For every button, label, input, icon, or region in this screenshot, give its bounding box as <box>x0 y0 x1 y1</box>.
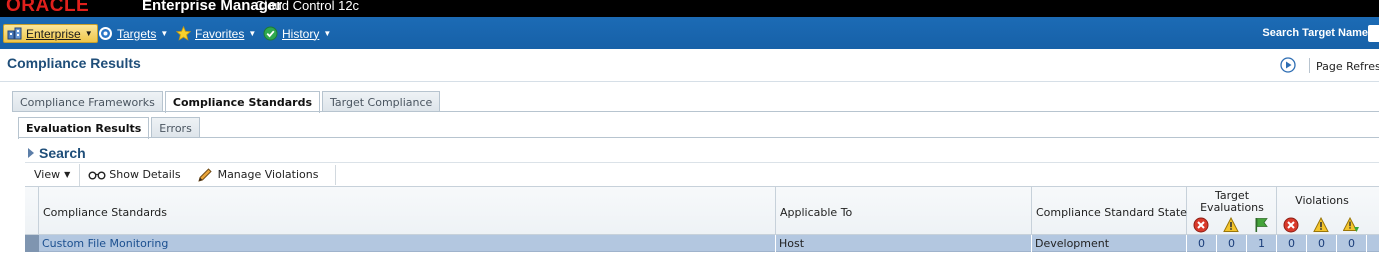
compliant-flag-icon[interactable] <box>1253 217 1269 233</box>
eval-warning-count[interactable]: 0 <box>1217 235 1247 252</box>
row-select-header <box>25 187 39 235</box>
manage-violations-button[interactable]: Manage Violations <box>189 164 327 186</box>
show-details-button[interactable]: Show Details <box>80 164 188 186</box>
chevron-down-icon: ▼ <box>248 29 257 38</box>
search-section-toggle[interactable]: Search <box>28 145 86 161</box>
view-label: View <box>34 168 61 181</box>
warning-icon[interactable] <box>1223 216 1239 233</box>
menu-history-label: History <box>282 26 320 41</box>
header-divider <box>1309 58 1310 73</box>
row-selector[interactable] <box>25 235 39 252</box>
pencil-icon <box>197 167 215 182</box>
violation-minor-count[interactable]: 0 <box>1337 235 1367 252</box>
view-menu-button[interactable]: View ▼ <box>25 163 81 186</box>
tab-bar: Compliance Frameworks Compliance Standar… <box>12 91 442 113</box>
menu-history[interactable]: History ▼ <box>263 24 331 43</box>
table-row[interactable]: Custom File Monitoring Host Development … <box>25 235 1379 252</box>
disclosure-triangle-icon <box>28 148 34 158</box>
critical-icon[interactable] <box>1193 217 1209 233</box>
page-header: Compliance Results Page Refresh <box>0 49 1379 82</box>
search-section-title: Search <box>39 145 86 161</box>
chevron-down-icon: ▼ <box>323 29 332 38</box>
oracle-logo: ORACLE <box>6 0 90 16</box>
menu-enterprise[interactable]: Enterprise ▼ <box>3 24 98 43</box>
page-refresh-label[interactable]: Page Refresh <box>1316 60 1379 73</box>
tab-errors[interactable]: Errors <box>151 117 200 138</box>
eval-critical-count[interactable]: 0 <box>1187 235 1217 252</box>
violation-critical-count[interactable]: 0 <box>1277 235 1307 252</box>
menu-favorites[interactable]: Favorites ▼ <box>176 24 256 43</box>
page-title: Compliance Results <box>7 55 141 71</box>
global-menu-bar: Enterprise ▼ Targets ▼ Favorites ▼ Histo… <box>0 17 1379 49</box>
tab-divider <box>12 111 1379 112</box>
show-details-label: Show Details <box>109 168 181 181</box>
search-target-label: Search Target Name <box>1262 27 1368 39</box>
menu-favorites-label: Favorites <box>195 26 245 41</box>
top-bar: ORACLE Enterprise Manager Cloud Control … <box>0 0 1379 17</box>
eval-compliant-count[interactable]: 1 <box>1247 235 1277 252</box>
chevron-down-icon: ▼ <box>64 170 71 179</box>
manage-violations-label: Manage Violations <box>217 168 319 181</box>
menu-enterprise-label: Enterprise <box>26 26 81 41</box>
glasses-icon <box>88 168 106 182</box>
enterprise-icon <box>7 26 22 41</box>
subtab-divider <box>18 137 1379 138</box>
tab-target-compliance[interactable]: Target Compliance <box>322 91 441 112</box>
tab-compliance-frameworks[interactable]: Compliance Frameworks <box>12 91 163 112</box>
table-toolbar: View ▼ Show Details Manage Violations <box>25 162 1379 186</box>
star-icon <box>176 26 191 41</box>
search-target-input[interactable] <box>1368 25 1379 42</box>
violation-warning-count[interactable]: 0 <box>1307 235 1337 252</box>
history-icon <box>263 26 278 41</box>
column-header-standards[interactable]: Compliance Standards <box>39 187 776 235</box>
refresh-icon[interactable] <box>1280 57 1296 73</box>
targets-icon <box>98 26 113 41</box>
subtab-bar: Evaluation Results Errors <box>18 117 202 139</box>
state-cell: Development <box>1032 235 1187 252</box>
standard-name-link[interactable]: Custom File Monitoring <box>39 235 776 252</box>
product-version: Cloud Control 12c <box>255 0 360 13</box>
menu-targets-label: Targets <box>117 26 157 41</box>
column-header-state[interactable]: Compliance Standard State <box>1032 187 1187 235</box>
critical-icon[interactable] <box>1283 217 1299 233</box>
toolbar-divider <box>335 165 336 185</box>
chevron-down-icon: ▼ <box>84 29 93 38</box>
minor-warning-icon[interactable] <box>1342 216 1359 233</box>
column-header-applicable-to[interactable]: Applicable To <box>776 187 1032 235</box>
menu-targets[interactable]: Targets ▼ <box>98 24 168 43</box>
tab-evaluation-results[interactable]: Evaluation Results <box>18 117 150 139</box>
chevron-down-icon: ▼ <box>160 29 169 38</box>
warning-icon[interactable] <box>1313 216 1329 233</box>
applicable-to-cell: Host <box>776 235 1032 252</box>
compliance-standards-table: Compliance Standards Applicable To Compl… <box>25 186 1379 258</box>
tab-compliance-standards[interactable]: Compliance Standards <box>164 91 321 113</box>
